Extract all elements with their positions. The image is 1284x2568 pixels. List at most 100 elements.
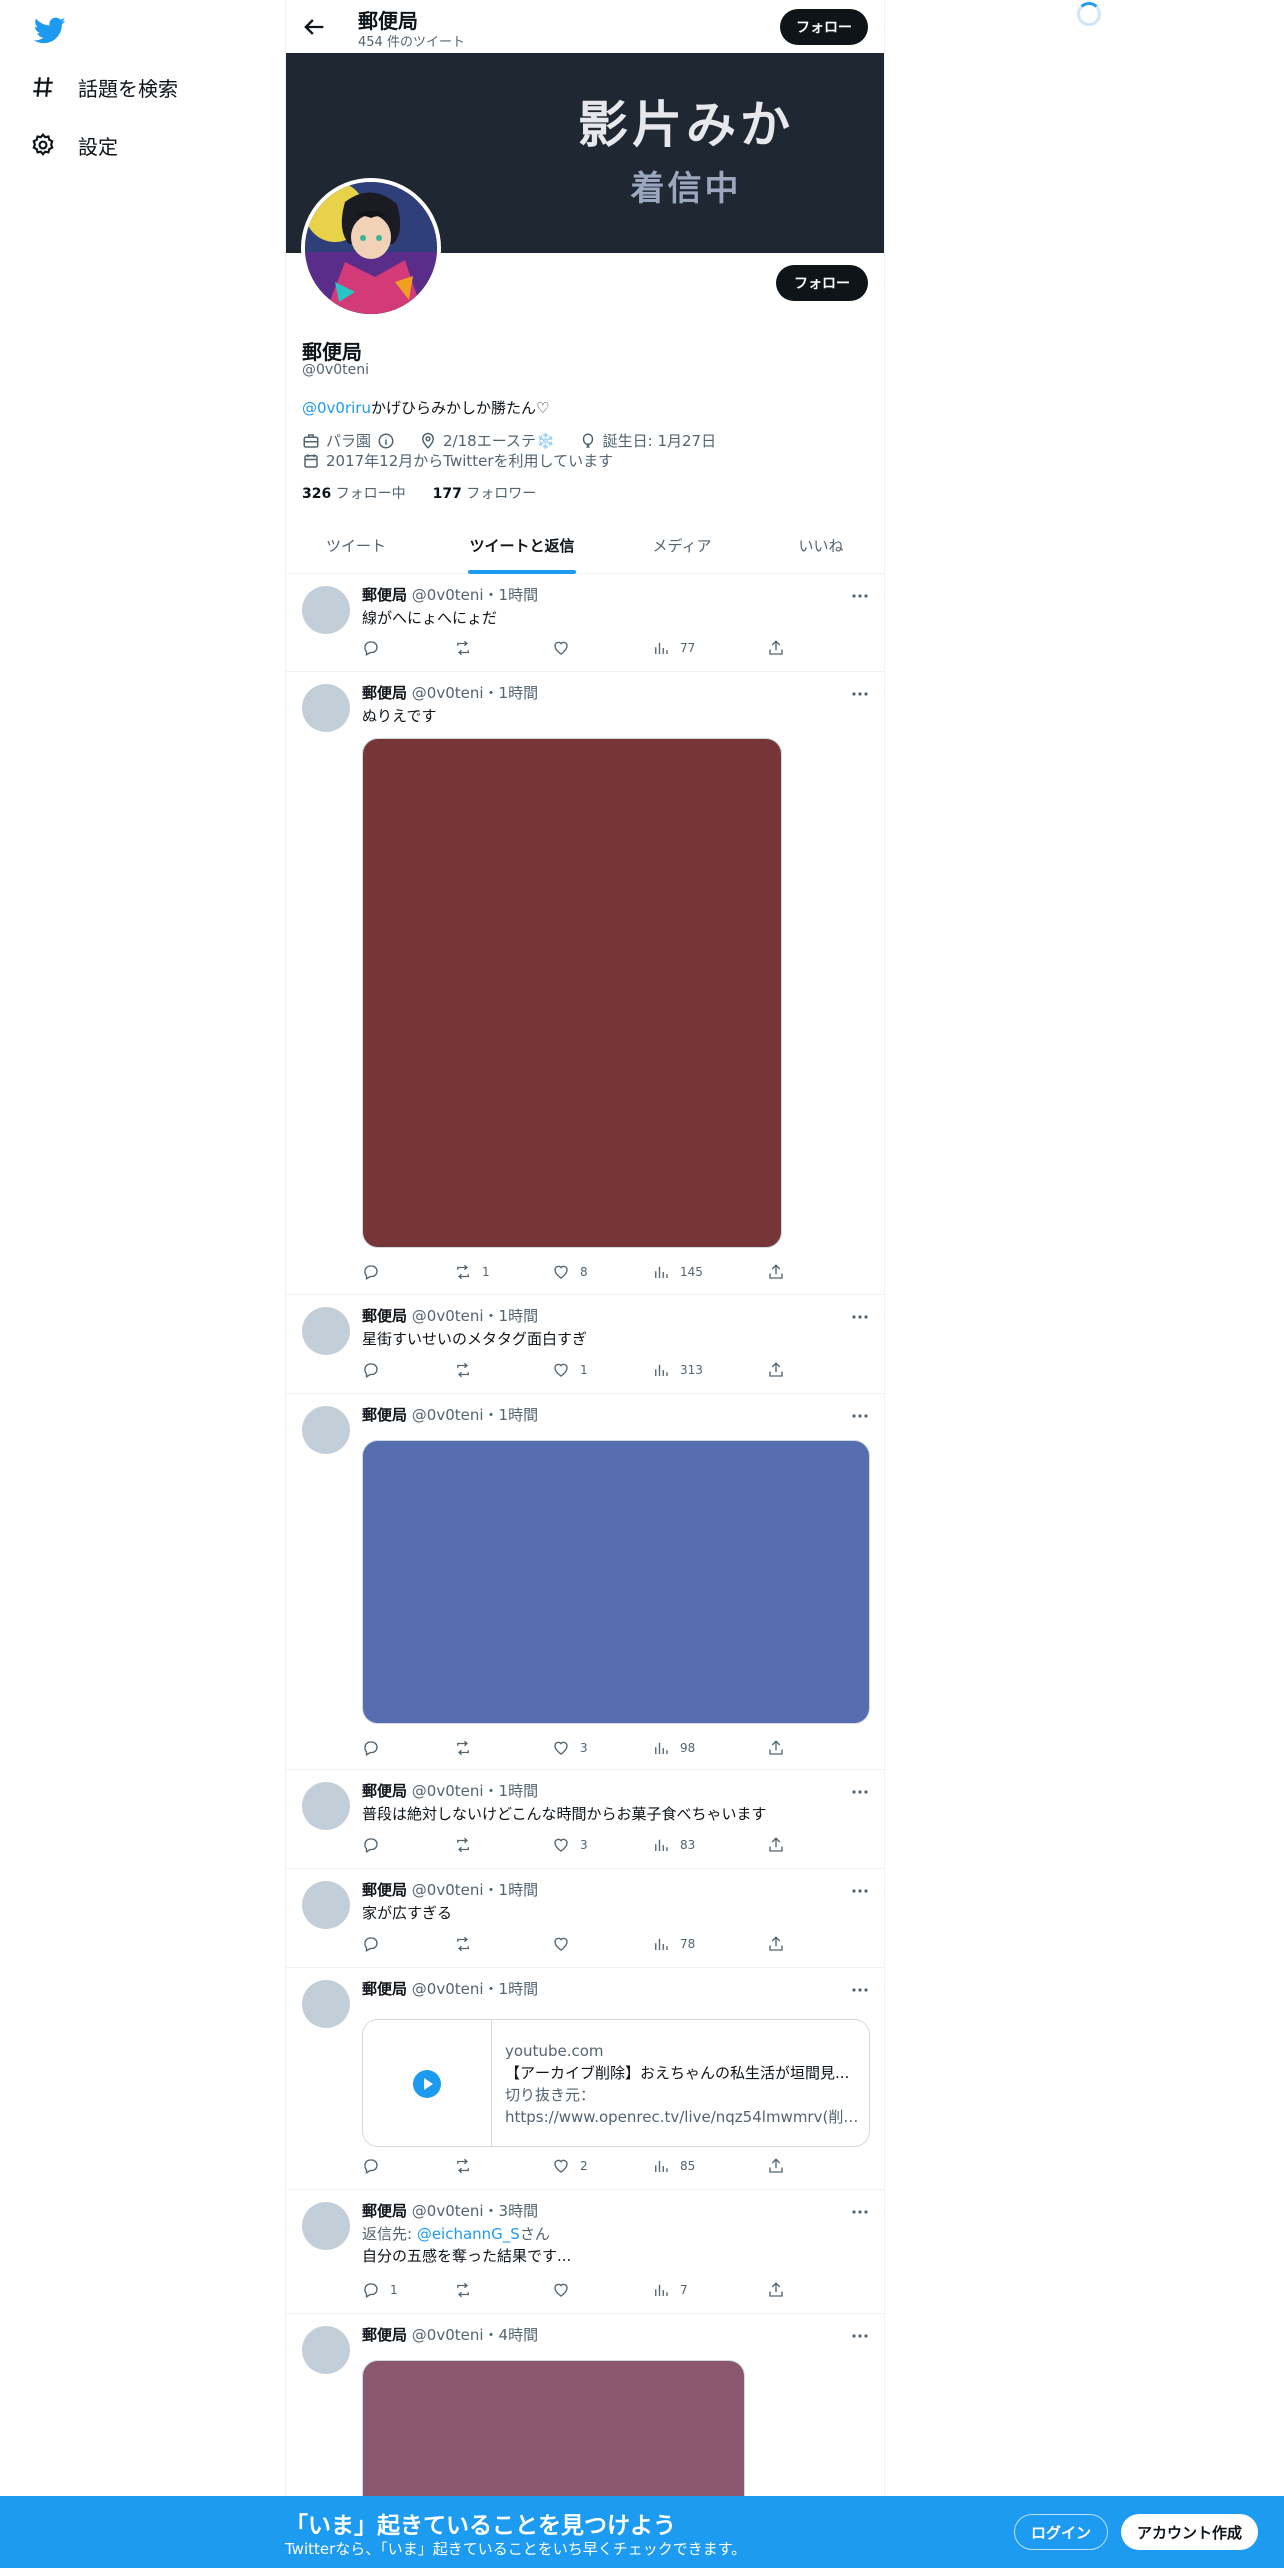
- tweet[interactable]: 郵便局 @0v0teni・3時間 返信先: @eichannG_Sさん 自分の五感を…: [286, 2190, 884, 2314]
- tweet-author-name[interactable]: 郵便局: [362, 2202, 407, 2220]
- info-icon[interactable]: [377, 432, 395, 450]
- more-options-icon[interactable]: [848, 682, 872, 706]
- link-card[interactable]: youtube.com 【アーカイブ削除】おえちゃんの私生活が垣間見... 切り抜き…: [362, 2019, 870, 2147]
- reply-button[interactable]: [362, 1932, 390, 1956]
- retweet-button[interactable]: [454, 2154, 482, 2178]
- reply-button[interactable]: [362, 636, 390, 660]
- tweet-handle-time[interactable]: @0v0teni・1時間: [412, 586, 538, 604]
- retweet-button[interactable]: [454, 1736, 482, 1760]
- share-button[interactable]: [767, 2154, 785, 2178]
- retweet-button[interactable]: [454, 1932, 482, 1956]
- tweet[interactable]: 郵便局 @0v0teni・1時間 3 98: [286, 1394, 884, 1770]
- more-options-icon[interactable]: [848, 1305, 872, 1329]
- share-button[interactable]: [767, 1358, 785, 1382]
- retweet-button[interactable]: [454, 1833, 482, 1857]
- tweet-avatar[interactable]: [302, 1307, 350, 1355]
- more-options-icon[interactable]: [848, 1780, 872, 1804]
- share-button[interactable]: [767, 1260, 785, 1284]
- nav-explore[interactable]: 話題を検索: [30, 65, 178, 109]
- tweet-handle-time[interactable]: @0v0teni・1時間: [412, 1406, 538, 1424]
- more-options-icon[interactable]: [848, 1404, 872, 1428]
- tweet[interactable]: 郵便局 @0v0teni・4時間: [286, 2314, 884, 2496]
- views-button[interactable]: 313: [652, 1358, 703, 1382]
- tweet-author-name[interactable]: 郵便局: [362, 1406, 407, 1424]
- share-button[interactable]: [767, 1736, 785, 1760]
- tweet-author-name[interactable]: 郵便局: [362, 1881, 407, 1899]
- reply-button[interactable]: [362, 1358, 390, 1382]
- reply-button[interactable]: [362, 1260, 390, 1284]
- like-button[interactable]: [552, 2278, 580, 2302]
- retweet-button[interactable]: [454, 1358, 482, 1382]
- views-button[interactable]: 85: [652, 2154, 695, 2178]
- nav-settings[interactable]: 設定: [30, 123, 118, 167]
- views-button[interactable]: 77: [652, 636, 695, 660]
- reply-button[interactable]: [362, 1736, 390, 1760]
- tweet-author-name[interactable]: 郵便局: [362, 1782, 407, 1800]
- views-button[interactable]: 98: [652, 1736, 695, 1760]
- tweet-avatar[interactable]: [302, 1406, 350, 1454]
- tab-tweets[interactable]: ツイート: [286, 521, 426, 574]
- like-button[interactable]: 2: [552, 2154, 588, 2178]
- back-arrow-icon[interactable]: [300, 13, 328, 41]
- views-button[interactable]: 7: [652, 2278, 688, 2302]
- tweet[interactable]: 郵便局 @0v0teni・1時間 線がへにょへにょだ 77: [286, 574, 884, 672]
- views-button[interactable]: 145: [652, 1260, 703, 1284]
- tweet-author-name[interactable]: 郵便局: [362, 1307, 407, 1325]
- tweet-author-name[interactable]: 郵便局: [362, 2326, 407, 2344]
- tab-media[interactable]: メディア: [608, 521, 756, 574]
- tweet-avatar[interactable]: [302, 1782, 350, 1830]
- tweet-author-name[interactable]: 郵便局: [362, 684, 407, 702]
- tweet-handle-time[interactable]: @0v0teni・1時間: [412, 1782, 538, 1800]
- more-options-icon[interactable]: [848, 1879, 872, 1903]
- profile-follow-button[interactable]: フォロー: [776, 265, 868, 301]
- reply-button[interactable]: [362, 1833, 390, 1857]
- tweet[interactable]: 郵便局 @0v0teni・1時間 ぬりえです 1 8 145: [286, 672, 884, 1295]
- like-button[interactable]: [552, 1932, 580, 1956]
- tweet-handle-time[interactable]: @0v0teni・1時間: [412, 684, 538, 702]
- like-button[interactable]: 8: [552, 1260, 588, 1284]
- reply-button[interactable]: [362, 2154, 390, 2178]
- tweet-handle-time[interactable]: @0v0teni・1時間: [412, 1980, 538, 1998]
- tweet-handle-time[interactable]: @0v0teni・3時間: [412, 2202, 538, 2220]
- tweet-media-image[interactable]: [362, 738, 782, 1248]
- tweet-media-image[interactable]: [362, 1440, 870, 1724]
- views-button[interactable]: 78: [652, 1932, 695, 1956]
- tweet-avatar[interactable]: [302, 1881, 350, 1929]
- share-button[interactable]: [767, 1932, 785, 1956]
- signup-button[interactable]: アカウント作成: [1121, 2514, 1259, 2550]
- tweet-avatar[interactable]: [302, 1980, 350, 2028]
- followers-link[interactable]: 177 フォロワー: [433, 486, 537, 502]
- like-button[interactable]: 1: [552, 1358, 588, 1382]
- share-button[interactable]: [767, 636, 785, 660]
- tweet-handle-time[interactable]: @0v0teni・1時間: [412, 1307, 538, 1325]
- profile-avatar[interactable]: [301, 178, 441, 318]
- tweet-media-image[interactable]: [362, 2360, 745, 2496]
- more-options-icon[interactable]: [848, 1978, 872, 2002]
- tweet-handle-time[interactable]: @0v0teni・1時間: [412, 1881, 538, 1899]
- tweet-avatar[interactable]: [302, 2326, 350, 2374]
- share-button[interactable]: [767, 2278, 785, 2302]
- bio-mention-link[interactable]: @0v0riru: [302, 399, 371, 417]
- tab-tweets-and-replies[interactable]: ツイートと返信: [436, 521, 608, 574]
- more-options-icon[interactable]: [848, 2200, 872, 2224]
- header-follow-button[interactable]: フォロー: [780, 9, 868, 45]
- tweet-author-name[interactable]: 郵便局: [362, 586, 407, 604]
- tweet[interactable]: 郵便局 @0v0teni・1時間 星街すいせいのメタタグ面白すぎ 1 313: [286, 1295, 884, 1394]
- following-link[interactable]: 326 フォロー中: [302, 486, 406, 502]
- retweet-button[interactable]: 1: [454, 1260, 490, 1284]
- tweet-avatar[interactable]: [302, 2202, 350, 2250]
- twitter-logo-icon[interactable]: [30, 14, 70, 46]
- tweet-author-name[interactable]: 郵便局: [362, 1980, 407, 1998]
- reply-button[interactable]: 1: [362, 2278, 398, 2302]
- more-options-icon[interactable]: [848, 2324, 872, 2348]
- tweet-handle-time[interactable]: @0v0teni・4時間: [412, 2326, 538, 2344]
- like-button[interactable]: 3: [552, 1833, 588, 1857]
- like-button[interactable]: [552, 636, 580, 660]
- tweet-avatar[interactable]: [302, 586, 350, 634]
- like-button[interactable]: 3: [552, 1736, 588, 1760]
- retweet-button[interactable]: [454, 2278, 482, 2302]
- more-options-icon[interactable]: [848, 584, 872, 608]
- tweet-avatar[interactable]: [302, 684, 350, 732]
- tab-likes[interactable]: いいね: [756, 521, 884, 574]
- tweet[interactable]: 郵便局 @0v0teni・1時間 家が広すぎる 78: [286, 1869, 884, 1968]
